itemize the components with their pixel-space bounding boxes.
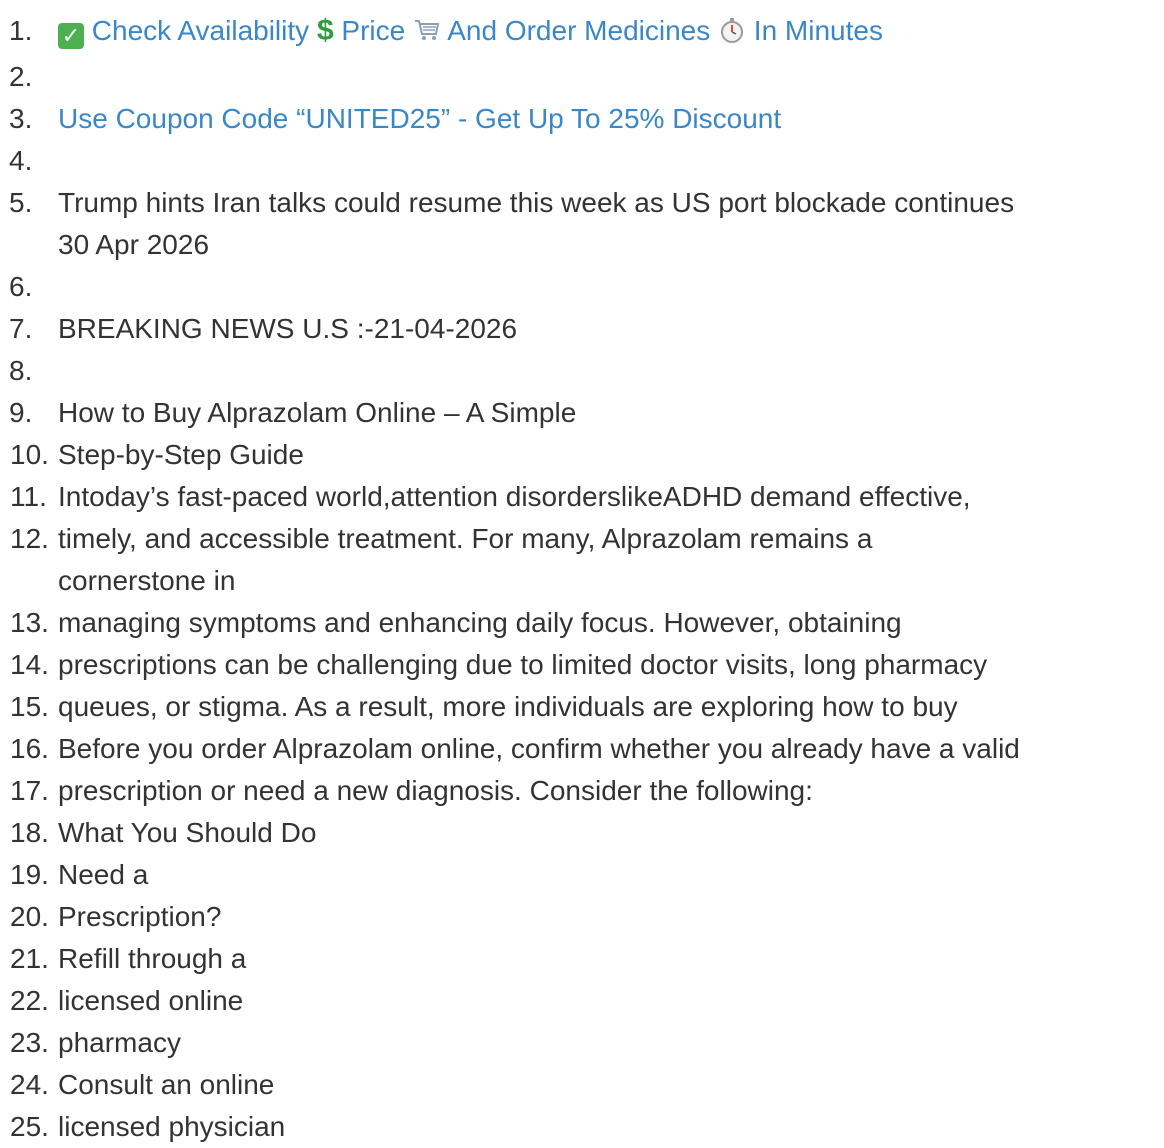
line-text: prescriptions can be challenging due to … (58, 649, 988, 680)
in-minutes-link[interactable]: In Minutes (754, 15, 883, 46)
list-item: 13. managing symptoms and enhancing dail… (0, 602, 1164, 644)
list-item: 11. Intoday’s fast-paced world,attention… (0, 476, 1164, 518)
line-number: 13. (10, 607, 49, 638)
check-mark-icon: ✓ (58, 23, 84, 49)
list-item: 18. What You Should Do (0, 812, 1164, 854)
line-text: Step-by-Step Guide (58, 439, 304, 470)
list-item: 15. queues, or stigma. As a result, more… (0, 686, 1164, 728)
line-number: 15. (10, 691, 49, 722)
line-number: 5. (9, 187, 33, 218)
line-text: Consult an online (58, 1069, 275, 1100)
list-item: 8. (0, 350, 1164, 392)
line-number: 18. (10, 817, 49, 848)
line-text: licensed online (58, 985, 244, 1016)
list-item: 7. BREAKING NEWS U.S :-21-04-2026 (0, 308, 1164, 350)
list-item: 24. Consult an online (0, 1064, 1164, 1106)
line-text-part: cornerstone in (58, 565, 236, 596)
promo-link-availability[interactable]: ✓ Check Availability $ Price And Order M… (58, 10, 1164, 56)
line-number: 12. (10, 523, 49, 554)
line-number: 9. (9, 397, 33, 428)
line-number: 25. (10, 1111, 49, 1142)
coupon-code-link[interactable]: Use Coupon Code “UNITED25” - Get Up To 2… (58, 98, 1164, 140)
list-item: 10. Step-by-Step Guide (0, 434, 1164, 476)
line-text: Intoday’s fast-paced world,attention dis… (58, 481, 971, 512)
list-item: 2. (0, 56, 1164, 98)
list-item: 6. (0, 266, 1164, 308)
line-text: timely, and accessible treatment. For ma… (58, 518, 1164, 602)
list-item: 21. Refill through a (0, 938, 1164, 980)
line-text-part: timely, and accessible treatment. For ma… (58, 523, 873, 554)
breaking-news-text: BREAKING NEWS U.S :-21-04-2026 (58, 313, 518, 344)
line-number: 8. (9, 355, 33, 386)
list-item: 14. prescriptions can be challenging due… (0, 644, 1164, 686)
headline-date: 30 Apr 2026 (58, 229, 210, 260)
line-number: 14. (10, 649, 49, 680)
line-number: 4. (9, 145, 33, 176)
line-text: queues, or stigma. As a result, more ind… (58, 691, 958, 722)
line-number: 16. (10, 733, 49, 764)
list-item: 16. Before you order Alprazolam online, … (0, 728, 1164, 770)
numbered-list: 1. ✓ Check Availability $ Price And Orde… (0, 10, 1164, 1148)
line-text: Before you order Alprazolam online, conf… (58, 733, 1020, 764)
line-text: prescription or need a new diagnosis. Co… (58, 775, 813, 806)
line-number: 11. (10, 481, 47, 512)
line-number: 6. (9, 271, 33, 302)
line-text: What You Should Do (58, 817, 317, 848)
list-item: 1. ✓ Check Availability $ Price And Orde… (0, 10, 1164, 56)
line-number: 20. (10, 901, 49, 932)
line-text: Prescription? (58, 901, 222, 932)
line-text: licensed physician (58, 1111, 286, 1142)
list-item: 3. Use Coupon Code “UNITED25” - Get Up T… (0, 98, 1164, 140)
stopwatch-icon (718, 14, 746, 56)
list-item: 4. (0, 140, 1164, 182)
shopping-cart-icon (413, 14, 441, 56)
line-text: Refill through a (58, 943, 247, 974)
line-text: pharmacy (58, 1027, 181, 1058)
line-number: 22. (10, 985, 49, 1016)
list-item: 5. Trump hints Iran talks could resume t… (0, 182, 1164, 266)
line-number: 24. (10, 1069, 49, 1100)
headline-text: Trump hints Iran talks could resume this… (58, 187, 1015, 218)
list-item: 22. licensed online (0, 980, 1164, 1022)
price-link[interactable]: Price (341, 15, 405, 46)
line-text: Need a (58, 859, 149, 890)
list-item: 20. Prescription? (0, 896, 1164, 938)
line-number: 7. (9, 313, 33, 344)
line-text: How to Buy Alprazolam Online – A Simple (58, 397, 577, 428)
order-medicines-link[interactable]: And Order Medicines (447, 15, 710, 46)
line-number: 21. (10, 943, 49, 974)
line-number: 19. (10, 859, 49, 890)
list-item: 19. Need a (0, 854, 1164, 896)
check-availability-link[interactable]: Check Availability (92, 15, 309, 46)
list-item: 12. timely, and accessible treatment. Fo… (0, 518, 1164, 602)
line-number: 10. (10, 439, 49, 470)
list-item: 25. licensed physician (0, 1106, 1164, 1148)
line-number: 23. (10, 1027, 49, 1058)
line-number: 2. (9, 61, 33, 92)
line-number: 17. (10, 775, 49, 806)
list-item: 23. pharmacy (0, 1022, 1164, 1064)
list-item: 9. How to Buy Alprazolam Online – A Simp… (0, 392, 1164, 434)
line-number: 1. (9, 15, 33, 46)
list-item: 17. prescription or need a new diagnosis… (0, 770, 1164, 812)
dollar-icon: $ (316, 14, 334, 47)
line-text: managing symptoms and enhancing daily fo… (58, 607, 902, 638)
line-number: 3. (9, 103, 33, 134)
news-headline: Trump hints Iran talks could resume this… (58, 182, 1164, 266)
